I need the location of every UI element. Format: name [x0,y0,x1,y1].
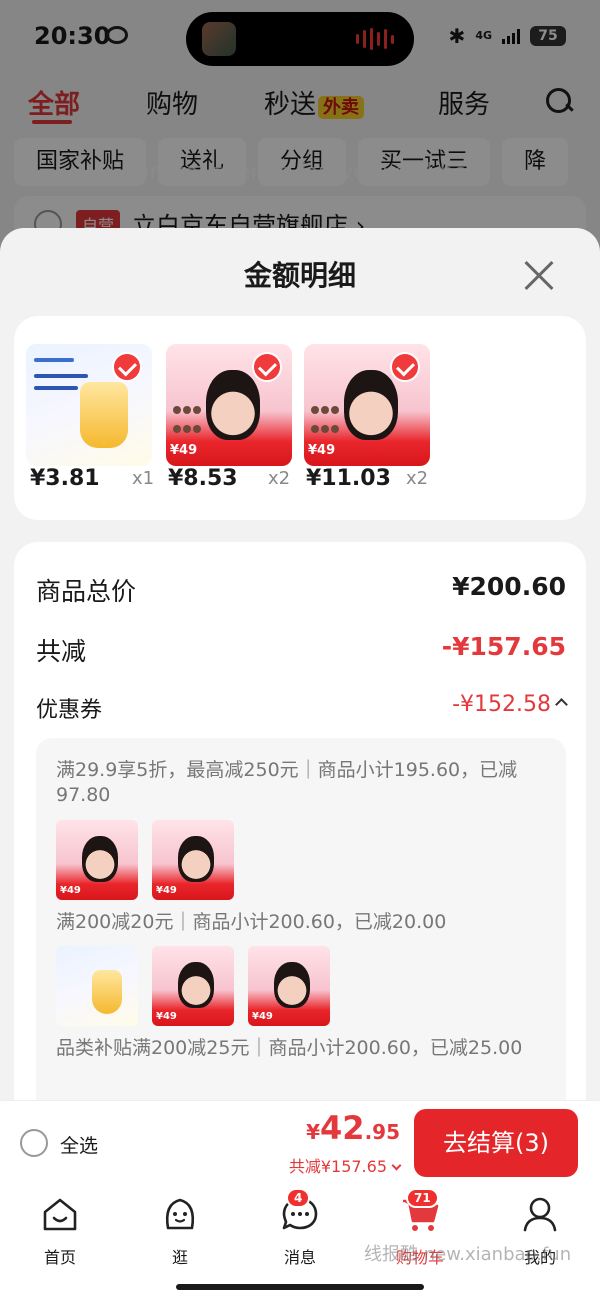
brand-line [34,358,74,362]
item-qty: x1 [132,468,155,489]
price-summary-card: 商品总价 ¥200.60 共减 -¥157.65 优惠券 -¥152.58 满2… [14,542,586,1102]
coupon-rule: 品类补贴满200减25元｜商品小计200.60，已减25.00 [56,1037,523,1059]
select-all-label[interactable]: 全选 [60,1131,98,1158]
model-image [178,836,214,882]
lens-samples [310,400,340,438]
thumb-price: ¥49 [156,885,177,896]
message-badge: 4 [286,1188,311,1208]
payable-total: ¥42.95 [306,1109,400,1147]
coupon-product-thumb: ¥49 [152,820,234,900]
total-value: ¥200.60 [452,572,566,601]
thumb-price: ¥49 [156,1011,177,1022]
model-image [206,370,260,440]
chevron-down-icon [391,1160,402,1171]
item-qty: x2 [268,468,291,489]
model-image [344,370,398,440]
checkmark-icon [112,352,142,382]
discount-summary-text: 共减¥157.65 [288,1157,387,1176]
coupon-product-thumb: ¥49 [248,946,330,1026]
tab-home[interactable]: 首页 [20,1194,100,1268]
product-thumbnail-pouch[interactable] [26,344,152,466]
coupon-value-wrap[interactable]: -¥152.58 [452,692,568,717]
coupon-product-thumb: ¥49 [152,946,234,1026]
profile-icon [523,1197,557,1232]
coupon-product-thumb [56,946,138,1026]
currency-symbol: ¥ [306,1120,321,1144]
watermark: 线报酷 new.xianbao.fun [364,1244,572,1265]
amount-detail-sheet: 金额明细 ¥3.81 x1 ¥49 ¥8.53 x2 ¥49 ¥11.03 x2… [0,228,600,1102]
tab-messages[interactable]: 4 消息 [260,1188,340,1268]
pouch-image [92,970,122,1014]
coupon-rule: 满200减20元｜商品小计200.60，已减20.00 [56,911,447,933]
discount-summary[interactable]: 共减¥157.65 [288,1153,402,1177]
home-indicator[interactable] [176,1284,424,1290]
home-icon [43,1198,77,1231]
pouch-image [80,382,128,448]
model-image [178,962,214,1008]
coupon-value: -¥152.58 [452,692,551,717]
total-integer: 42 [320,1109,365,1147]
item-price: ¥3.81 [30,466,100,491]
checkmark-icon [390,352,420,382]
tab-label: 首页 [43,1248,76,1267]
cart-badge: 71 [406,1188,439,1208]
thumb-price: ¥49 [252,1011,273,1022]
checkout-bar: 全选 ¥42.95 共减¥157.65 去结算(3) [0,1100,600,1186]
total-label: 商品总价 [36,577,137,606]
tab-label: 消息 [283,1248,316,1267]
item-price: ¥11.03 [306,466,391,491]
checkmark-icon [252,352,282,382]
coupon-rule: 满29.9享5折，最高减250元｜商品小计195.60，已减97.80 [56,759,518,806]
model-image [274,962,310,1008]
discount-value: -¥157.65 [441,632,566,661]
discount-label: 共减 [36,637,87,666]
title-line [34,386,78,390]
product-thumbnail-lens[interactable]: ¥49 [304,344,430,466]
coupon-product-thumb: ¥49 [56,820,138,900]
select-all-radio[interactable] [20,1129,48,1157]
coupon-breakdown: 满29.9享5折，最高减250元｜商品小计195.60，已减97.80 ¥49 … [36,738,566,1102]
selected-items-card: ¥3.81 x1 ¥49 ¥8.53 x2 ¥49 ¥11.03 x2 [14,316,586,520]
explore-icon [165,1198,195,1230]
thumb-price: ¥49 [170,443,198,458]
close-icon[interactable] [522,258,556,292]
model-image [82,836,118,882]
coupon-label: 优惠券 [36,698,103,723]
product-thumbnail-lens[interactable]: ¥49 [166,344,292,466]
checkout-button[interactable]: 去结算(3) [414,1109,578,1177]
item-qty: x2 [406,468,429,489]
thumb-price: ¥49 [308,443,336,458]
tab-label: 逛 [171,1248,188,1267]
sheet-title: 金额明细 [243,259,356,292]
title-line [34,374,88,378]
total-decimal: .95 [364,1120,400,1144]
tab-explore[interactable]: 逛 [140,1194,220,1268]
thumb-price: ¥49 [60,885,81,896]
lens-samples [172,400,202,438]
chevron-up-icon [555,698,568,711]
item-price: ¥8.53 [168,466,238,491]
